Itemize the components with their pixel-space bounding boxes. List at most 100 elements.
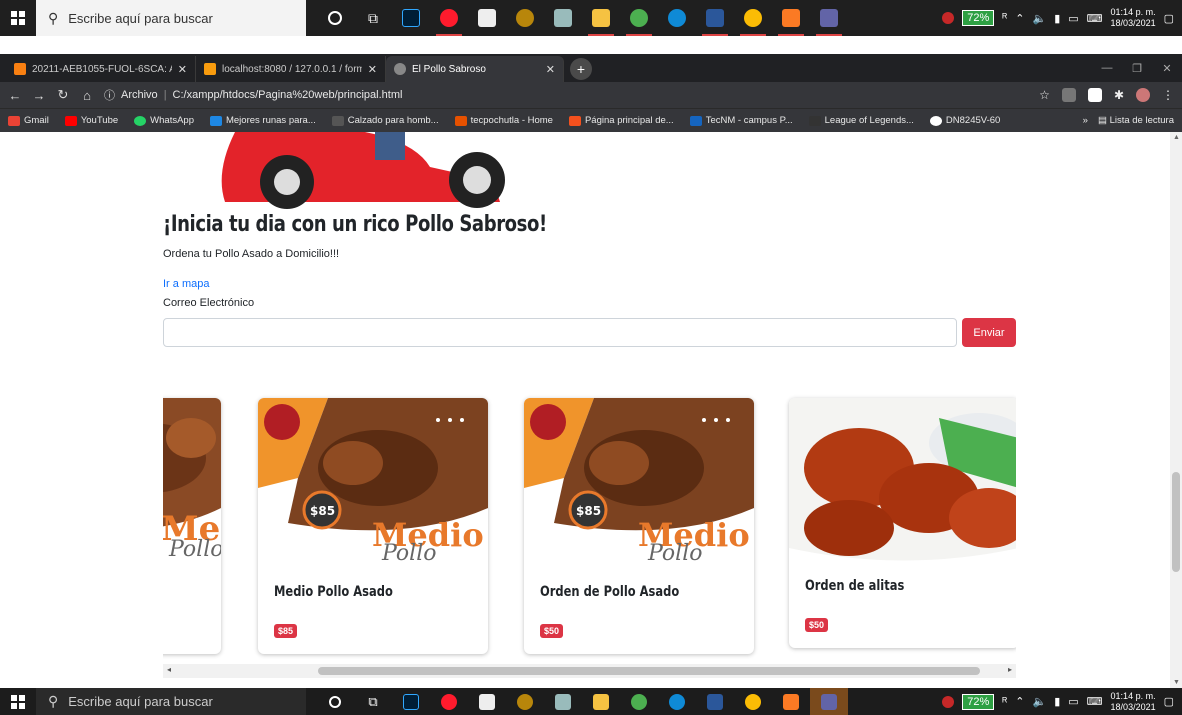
puzzle-icon[interactable]: ✱ bbox=[1114, 88, 1124, 102]
product-carousel[interactable]: Medio Pollo $85 Medio Po bbox=[163, 394, 1016, 659]
store-icon[interactable] bbox=[468, 688, 506, 715]
network-icon[interactable]: ▭ bbox=[1068, 695, 1078, 708]
chrome-icon[interactable] bbox=[734, 0, 772, 36]
language-icon[interactable]: ⌨ bbox=[1087, 695, 1103, 708]
scroll-down-icon[interactable]: ▼ bbox=[1173, 679, 1180, 686]
notifications-icon[interactable]: ▢ bbox=[1164, 695, 1174, 708]
bookmark-league[interactable]: League of Legends... bbox=[808, 115, 914, 126]
bookmark-pagina-principal[interactable]: Página principal de... bbox=[568, 115, 674, 126]
chevron-up-icon[interactable]: ⌃ bbox=[1015, 695, 1024, 708]
xampp-icon[interactable] bbox=[772, 688, 810, 715]
tab-pollo-sabroso[interactable]: El Pollo Sabroso ✕ bbox=[386, 56, 564, 82]
app2-icon[interactable] bbox=[544, 0, 582, 36]
taskbar-search[interactable]: ⚲ Escribe aquí para buscar bbox=[36, 688, 306, 715]
file-explorer-icon[interactable] bbox=[582, 0, 620, 36]
edge-icon[interactable] bbox=[658, 0, 696, 36]
opera-icon[interactable] bbox=[430, 0, 468, 36]
mic-icon[interactable]: ▮ bbox=[1054, 12, 1060, 25]
people-icon[interactable]: ᴿ bbox=[1002, 12, 1007, 24]
map-link[interactable]: Ir a mapa bbox=[163, 278, 209, 290]
bookmark-tecpochutla[interactable]: tecpochutla - Home bbox=[454, 115, 553, 126]
close-icon[interactable]: ✕ bbox=[546, 63, 555, 76]
forward-icon[interactable]: → bbox=[32, 88, 46, 103]
maximize-icon[interactable]: ❐ bbox=[1122, 54, 1152, 82]
bookmark-dn8245[interactable]: DN8245V-60 bbox=[929, 115, 1000, 126]
minimize-icon[interactable]: — bbox=[1092, 54, 1122, 82]
scroll-left-icon[interactable]: ◂ bbox=[167, 665, 171, 674]
people-icon[interactable]: ᴿ bbox=[1002, 696, 1007, 708]
app-icon[interactable] bbox=[506, 0, 544, 36]
product-card[interactable]: Orden de alitas $50 bbox=[789, 398, 1016, 648]
send-button[interactable]: Enviar bbox=[962, 318, 1016, 347]
more-bookmarks-icon[interactable]: » bbox=[1083, 115, 1088, 126]
battery-indicator[interactable]: 72% bbox=[962, 693, 995, 710]
bookmark-calzado[interactable]: Calzado para homb... bbox=[331, 115, 439, 126]
network-icon[interactable]: ▭ bbox=[1068, 12, 1078, 25]
language-icon[interactable]: ⌨ bbox=[1087, 12, 1103, 25]
taskbar-search[interactable]: ⚲ Escribe aquí para buscar bbox=[36, 0, 306, 36]
app2-icon[interactable] bbox=[544, 688, 582, 715]
page-scrollbar-thumb[interactable] bbox=[1172, 472, 1180, 572]
clock[interactable]: 01:14 p. m. 18/03/2021 bbox=[1111, 7, 1156, 29]
notifications-icon[interactable]: ▢ bbox=[1164, 12, 1174, 25]
clock[interactable]: 01:14 p. m. 18/03/2021 bbox=[1111, 691, 1156, 713]
carousel-scrollbar[interactable]: ◂ ▸ bbox=[163, 664, 1016, 678]
product-card[interactable]: $85 Medio Pollo Medio Pollo Asado $85 bbox=[258, 398, 488, 654]
antivirus-icon[interactable] bbox=[942, 12, 955, 24]
teams-icon[interactable] bbox=[810, 688, 848, 715]
photoshop-icon[interactable] bbox=[392, 688, 430, 715]
new-tab-button[interactable]: + bbox=[570, 58, 592, 80]
avatar[interactable] bbox=[1136, 88, 1150, 102]
bookmark-gmail[interactable]: Gmail bbox=[8, 115, 49, 126]
teams-icon[interactable] bbox=[810, 0, 848, 36]
task-view-icon[interactable]: ⧉ bbox=[354, 0, 392, 36]
bookmark-runas[interactable]: Mejores runas para... bbox=[209, 115, 316, 126]
volume-icon[interactable]: 🔈 bbox=[1032, 695, 1046, 708]
bookmark-whatsapp[interactable]: WhatsApp bbox=[134, 115, 194, 126]
app3-icon[interactable] bbox=[620, 0, 658, 36]
reading-list[interactable]: ▤ Lista de lectura bbox=[1098, 115, 1174, 126]
scrollbar-thumb[interactable] bbox=[318, 667, 980, 675]
star-icon[interactable]: ☆ bbox=[1039, 88, 1050, 102]
scroll-up-icon[interactable]: ▲ bbox=[1173, 134, 1180, 141]
tab-moodle[interactable]: 20211-AEB1055-FUOL-6SCA: Act ✕ bbox=[6, 56, 196, 82]
app3-icon[interactable] bbox=[620, 688, 658, 715]
tab-phpmyadmin[interactable]: localhost:8080 / 127.0.0.1 / form ✕ bbox=[196, 56, 386, 82]
home-icon[interactable]: ⌂ bbox=[80, 88, 94, 103]
task-view-icon[interactable]: ⧉ bbox=[354, 688, 392, 715]
cortana-icon[interactable] bbox=[316, 0, 354, 36]
antivirus-icon[interactable] bbox=[942, 695, 955, 708]
photoshop-icon[interactable] bbox=[392, 0, 430, 36]
email-field[interactable] bbox=[163, 318, 957, 347]
info-icon[interactable]: ⓘ bbox=[104, 87, 115, 103]
battery-indicator[interactable]: 72% bbox=[962, 10, 995, 26]
app-icon[interactable] bbox=[506, 688, 544, 715]
start-button[interactable] bbox=[0, 688, 36, 715]
close-window-icon[interactable]: ✕ bbox=[1152, 54, 1182, 82]
product-card[interactable]: $85 Medio Pollo Orden de Pollo Asado $50 bbox=[524, 398, 754, 654]
bookmark-youtube[interactable]: YouTube bbox=[64, 115, 118, 126]
edge-icon[interactable] bbox=[658, 688, 696, 715]
volume-icon[interactable]: 🔈 bbox=[1032, 12, 1046, 25]
mic-icon[interactable]: ▮ bbox=[1054, 695, 1060, 708]
store-icon[interactable] bbox=[468, 0, 506, 36]
word-icon[interactable] bbox=[696, 688, 734, 715]
file-explorer-icon[interactable] bbox=[582, 688, 620, 715]
extension-icon[interactable] bbox=[1061, 88, 1076, 102]
cortana-icon[interactable] bbox=[316, 688, 354, 715]
close-icon[interactable]: ✕ bbox=[368, 63, 377, 76]
close-icon[interactable]: ✕ bbox=[178, 63, 187, 76]
chrome-icon[interactable] bbox=[734, 688, 772, 715]
page-scrollbar[interactable]: ▲ ▼ bbox=[1170, 132, 1182, 688]
start-button[interactable] bbox=[0, 0, 36, 36]
word-icon[interactable] bbox=[696, 0, 734, 36]
bookmark-tecnm[interactable]: TecNM - campus P... bbox=[689, 115, 793, 126]
opera-icon[interactable] bbox=[430, 688, 468, 715]
reload-icon[interactable]: ↻ bbox=[56, 87, 70, 103]
scroll-right-icon[interactable]: ▸ bbox=[1008, 665, 1012, 674]
extension2-icon[interactable] bbox=[1087, 88, 1102, 102]
chevron-up-icon[interactable]: ⌃ bbox=[1015, 12, 1024, 25]
product-card-partial[interactable]: Medio Pollo bbox=[163, 398, 221, 654]
back-icon[interactable]: ← bbox=[8, 88, 22, 103]
address-bar[interactable]: ⓘ Archivo | C:/xampp/htdocs/Pagina%20web… bbox=[104, 87, 1029, 103]
